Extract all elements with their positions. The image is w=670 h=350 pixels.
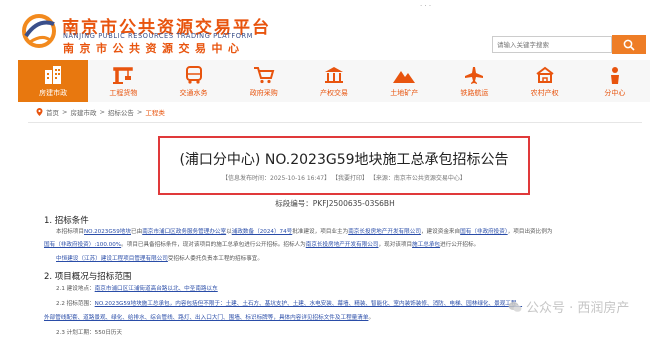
- search-button[interactable]: [612, 35, 646, 54]
- breadcrumb-sep: >: [62, 108, 68, 116]
- section-2-scope: 2.2 招标范围：NO.2023G59地块施工总承包，内容包括但不限于：土建、土…: [56, 301, 522, 308]
- breadcrumb-sep: >: [99, 108, 105, 116]
- site-header: 南京市公共资源交易平台 NANJING PUBLIC RESOURCES TRA…: [0, 0, 670, 60]
- nav-item-fenzhongxin[interactable]: 分中心: [580, 60, 650, 102]
- crane-icon: [110, 65, 136, 85]
- text: 批准建设，项目业主为: [292, 229, 349, 235]
- section-2-duration: 2.3 计划工期：550日历天: [56, 330, 123, 336]
- bid-section-number: 标段编号：PKFJ2500635-03S6BH: [0, 198, 670, 209]
- nav-item-tielu[interactable]: 铁路航运: [439, 60, 509, 102]
- section-2-location: 2.1 建设地点：南京市浦口区江浦街道高台路以北、中圣南路以东: [56, 286, 218, 293]
- approval-office-link[interactable]: 南京市浦口区政务服务管理办公室: [142, 229, 226, 235]
- nav-label: 房建市政: [39, 88, 68, 97]
- search-input[interactable]: [492, 36, 612, 53]
- nav-label: 政府采购: [249, 88, 278, 97]
- text: 。项目已具备招标条件，现对该项目的施工总承包进行公开招标。招标人为: [121, 242, 306, 248]
- breadcrumb-level1[interactable]: 房建市政: [70, 107, 96, 117]
- nav-item-nongcun[interactable]: 农村产权: [510, 60, 580, 102]
- watermark: 公众号 · 西润房产: [508, 297, 629, 316]
- nav-item-chanquan[interactable]: 产权交易: [299, 60, 369, 102]
- nav-item-jiaotong[interactable]: 交通水务: [158, 60, 228, 102]
- section-1-paragraph-2: 国有（非政府投资）:100.00%。项目已具备招标条件，现对该项目的施工总承包进…: [44, 242, 480, 249]
- nav-item-fangjian[interactable]: 房建市政: [18, 60, 89, 102]
- nav-label: 产权交易: [319, 88, 348, 97]
- bid-number-label: 标段编号：: [275, 199, 313, 208]
- text: 受招标人委托负责本工程的招标事宜。: [167, 256, 263, 262]
- nav-item-caigou[interactable]: 政府采购: [229, 60, 299, 102]
- text: ，建设资金来自: [420, 229, 461, 235]
- logo-subtitle-cn: 南京市公共资源交易中心: [63, 42, 245, 55]
- owner-link[interactable]: 南京长投房地产开发有限公司: [348, 229, 421, 235]
- breadcrumb-level2[interactable]: 招标公告: [108, 107, 134, 117]
- person-icon: [602, 65, 628, 85]
- notice-title-box: (浦口分中心) NO.2023G59地块施工总承包招标公告 【信息发布时间：20…: [158, 136, 530, 195]
- nav-label: 工程货物: [109, 88, 138, 97]
- divider: [28, 122, 642, 123]
- plane-icon: [461, 65, 487, 85]
- breadcrumb-sep: >: [136, 108, 143, 116]
- bus-icon: [181, 65, 207, 85]
- mountain-icon: [391, 65, 417, 85]
- scope-detail-link[interactable]: NO.2023G59地块施工总承包，内容包括但不限于：土建、土石方、基坑支护、土…: [95, 301, 433, 307]
- top-links[interactable]: · · ·: [420, 2, 431, 10]
- notice-title: (浦口分中心) NO.2023G59地块施工总承包招标公告: [179, 152, 509, 168]
- logo-subtitle-en: NANJING PUBLIC RESOURCES TRADING PLATFOR…: [63, 32, 253, 40]
- nav-label: 农村产权: [530, 88, 559, 97]
- nav-label: 铁路航运: [460, 88, 489, 97]
- approval-number-link[interactable]: 浦政数备（2024）74号: [232, 229, 293, 235]
- scope-detail-link-2[interactable]: 外部管线配套、道路景观、绿化、给排水、综合管线、路灯、出入口大门、围墙、标识标牌…: [44, 315, 368, 321]
- funding-link[interactable]: 国有（非政府投资）: [460, 229, 508, 235]
- text: 。: [368, 315, 375, 321]
- project-link[interactable]: NO.2023G59地块: [84, 229, 131, 235]
- location-icon: [36, 108, 43, 116]
- funding-ratio-link[interactable]: 国有（非政府投资）:100.00%: [44, 242, 121, 248]
- agency-link[interactable]: 中恒建设（江苏）建设工程项目管理有限公司: [56, 256, 168, 262]
- text: ，项目出资比例为: [507, 229, 553, 235]
- wechat-icon: [508, 301, 522, 312]
- nav-label: 土地矿产: [390, 88, 419, 97]
- text: 2.1 建设地点：: [56, 286, 95, 292]
- text: 已由: [131, 229, 143, 235]
- scope-link[interactable]: 施工总承包: [412, 242, 440, 248]
- nav-item-tudi[interactable]: 土地矿产: [369, 60, 439, 102]
- bank-icon: [321, 65, 347, 85]
- breadcrumb-current[interactable]: 工程类: [145, 107, 165, 117]
- breadcrumb: 首页 > 房建市政 > 招标公告 > 工程类: [36, 107, 165, 117]
- notice-meta: 【信息发布时间：2025-10-16 16:47】 【我要打印】 【来源：南京市…: [222, 175, 466, 182]
- text: 本招标项目: [56, 229, 84, 235]
- text: 2.2 招标范围：: [56, 301, 95, 307]
- section-1-paragraph-1: 本招标项目NO.2023G59地块已由南京市浦口区政务服务管理办公室以浦政数备（…: [56, 229, 553, 236]
- breadcrumb-home[interactable]: 首页: [46, 107, 59, 117]
- search-icon: [623, 39, 635, 51]
- nav-item-gongcheng[interactable]: 工程货物: [88, 60, 158, 102]
- tenderer-link[interactable]: 南京长投房地产开发有限公司: [306, 242, 379, 248]
- nav-label: 分中心: [604, 88, 626, 97]
- bid-number-value: PKFJ2500635-03S6BH: [312, 199, 395, 208]
- location-link[interactable]: 南京市浦口区江浦街道高台路以北、中圣南路以东: [95, 286, 218, 292]
- building-icon: [40, 65, 66, 85]
- logo-icon: [22, 14, 56, 48]
- nav-label: 交通水务: [179, 88, 208, 97]
- section-2-scope-continued: 外部管线配套、道路景观、绿化、给排水、综合管线、路灯、出入口大门、围墙、标识标牌…: [44, 315, 375, 322]
- section-1-paragraph-3: 中恒建设（江苏）建设工程项目管理有限公司受招标人委托负责本工程的招标事宜。: [56, 256, 263, 263]
- watermark-text: 公众号 · 西润房产: [526, 301, 630, 316]
- section-2-title: 2. 项目概况与招标范围: [44, 272, 132, 282]
- text: ，现对该项目: [378, 242, 413, 248]
- farm-icon: [532, 65, 558, 85]
- main-nav: 房建市政 工程货物 交通水务 政府采购 产权交易 土地矿产 铁路航运 农村产权 …: [18, 60, 650, 102]
- cart-icon: [251, 65, 277, 85]
- text: 进行公开招标。: [440, 242, 480, 248]
- section-1-title: 1. 招标条件: [44, 216, 89, 226]
